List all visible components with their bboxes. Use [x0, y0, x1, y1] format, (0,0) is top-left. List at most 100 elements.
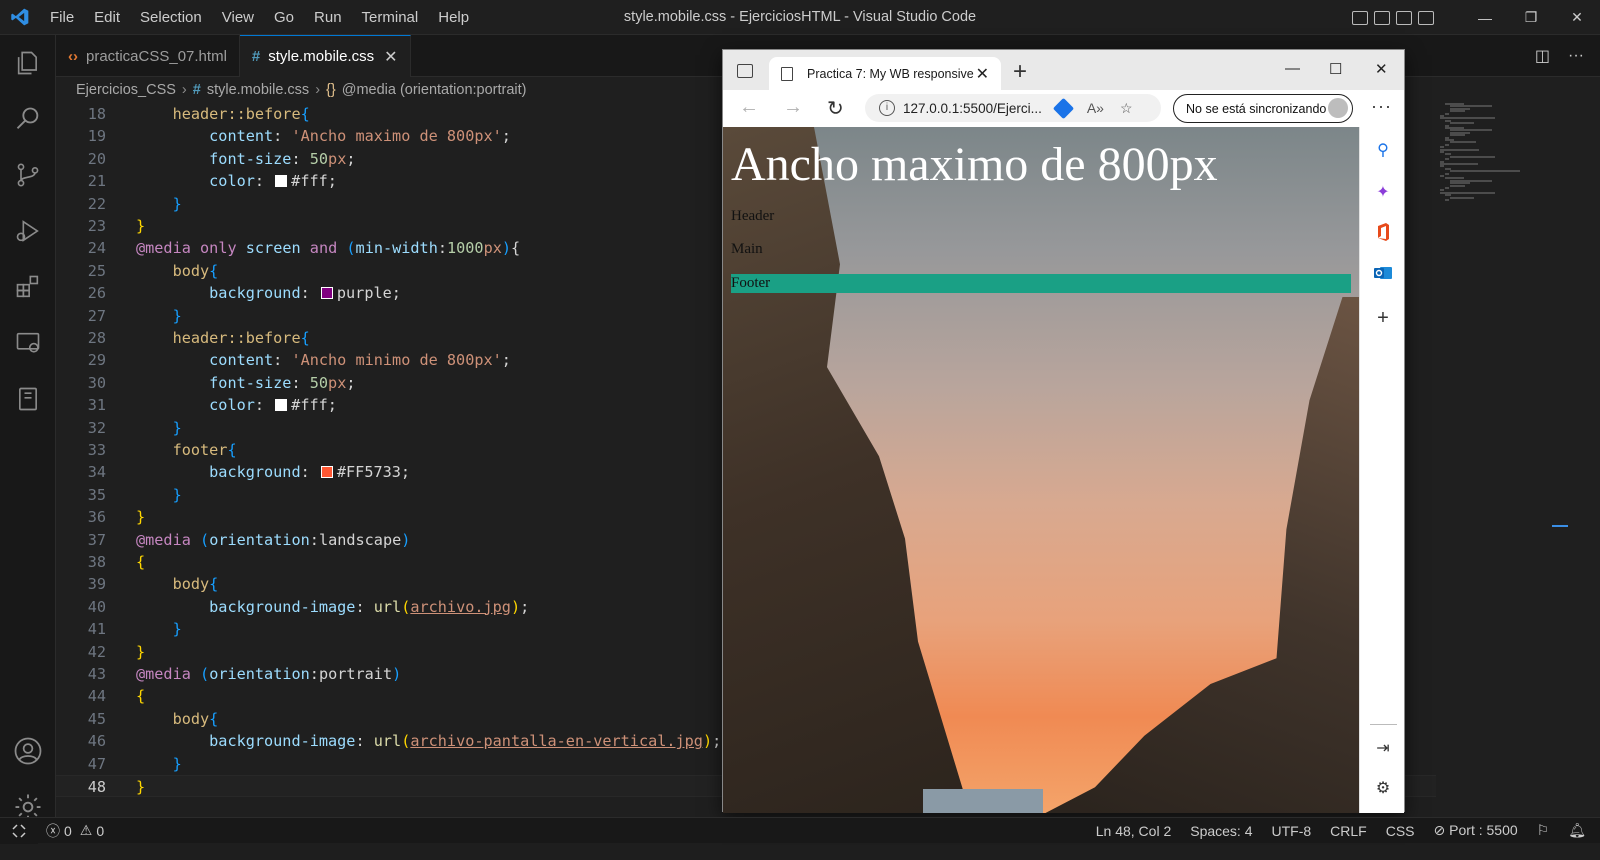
outlook-icon[interactable]: [1374, 264, 1392, 282]
tab-practicacss-07-html[interactable]: ‹› practicaCSS_07.html: [56, 35, 240, 77]
indentation[interactable]: Spaces: 4: [1190, 823, 1252, 839]
line-ending[interactable]: CRLF: [1330, 823, 1367, 839]
copilot-sparkle-icon[interactable]: ✦: [1374, 183, 1392, 201]
menu-go[interactable]: Go: [264, 0, 304, 35]
line-number: 34: [87, 463, 106, 482]
code-text: }: [172, 620, 182, 639]
code-text: }: [172, 418, 182, 437]
cliff-left-image: [723, 127, 970, 813]
code-text: color: #fff;: [209, 172, 337, 191]
encoding[interactable]: UTF-8: [1272, 823, 1312, 839]
search-icon[interactable]: ⚲: [1374, 141, 1392, 159]
close-window-button[interactable]: ✕: [1554, 0, 1600, 35]
minimap-line: [1444, 158, 1449, 161]
code-text: body{: [172, 575, 219, 594]
code-text: }: [172, 485, 182, 504]
remote-indicator-icon[interactable]: [0, 817, 38, 844]
tab-style-mobile-css[interactable]: # style.mobile.css ✕: [239, 35, 411, 77]
tab-actions-icon[interactable]: [737, 64, 753, 78]
problems-indicator[interactable]: ⓧ 0 ⚠ 0: [46, 821, 104, 841]
avatar: [1328, 98, 1348, 118]
toggle-secondary-sidebar-icon[interactable]: [1396, 10, 1412, 25]
breadcrumb-symbol[interactable]: @media (orientation:portrait): [342, 82, 527, 98]
minimap-line: [1449, 196, 1475, 199]
menu-selection[interactable]: Selection: [130, 0, 212, 35]
code-text: background: #FF5733;: [209, 463, 411, 482]
breadcrumb-file[interactable]: style.mobile.css: [207, 82, 309, 98]
info-icon[interactable]: i: [879, 100, 895, 116]
menu-run[interactable]: Run: [304, 0, 352, 35]
read-aloud-icon[interactable]: A»: [1087, 100, 1104, 116]
line-number: 36: [87, 508, 106, 527]
run-debug-icon[interactable]: [0, 203, 56, 259]
toggle-sidebar-icon[interactable]: [1352, 10, 1368, 25]
add-sidebar-app-icon[interactable]: +: [1374, 307, 1392, 329]
new-tab-button[interactable]: +: [1013, 58, 1027, 86]
remote-explorer-icon[interactable]: [0, 315, 56, 371]
shopping-tag-icon[interactable]: [1052, 97, 1074, 119]
address-bar[interactable]: i 127.0.0.1:5500/Ejerci... A» ☆: [865, 94, 1161, 122]
menu-edit[interactable]: Edit: [84, 0, 130, 35]
sync-label: No se está sincronizando: [1186, 101, 1327, 116]
browser-tab[interactable]: Practica 7: My WB responsive ✕: [769, 57, 1001, 90]
extensions-icon[interactable]: [0, 259, 56, 315]
explorer-icon[interactable]: [0, 35, 56, 91]
browser-maximize-button[interactable]: ☐: [1329, 60, 1342, 78]
line-number: 31: [87, 396, 106, 415]
notifications-bell-icon[interactable]: 🔔︎: [1568, 822, 1586, 839]
live-server-port[interactable]: ⊘ Port : 5500: [1434, 822, 1518, 839]
notebook-icon[interactable]: [0, 371, 56, 427]
line-number: 20: [87, 149, 106, 168]
more-menu-icon[interactable]: ···: [1371, 96, 1392, 117]
minimap[interactable]: [1440, 103, 1550, 203]
search-icon[interactable]: [0, 91, 56, 147]
line-number: 41: [87, 620, 106, 639]
hide-sidebar-icon[interactable]: ⇥: [1374, 739, 1392, 757]
browser-minimize-button[interactable]: —: [1285, 60, 1300, 77]
minimap-line: [1440, 163, 1478, 165]
sidebar-settings-gear-icon[interactable]: ⚙: [1374, 779, 1392, 797]
close-tab-icon[interactable]: ✕: [976, 64, 989, 84]
color-swatch[interactable]: [275, 175, 288, 188]
menu-help[interactable]: Help: [428, 0, 479, 35]
color-swatch[interactable]: [320, 287, 333, 300]
favorite-star-icon[interactable]: ☆: [1120, 100, 1133, 117]
code-text: }: [136, 217, 146, 235]
reload-icon[interactable]: ↻: [827, 96, 844, 121]
language-mode[interactable]: CSS: [1386, 823, 1415, 839]
menu-view[interactable]: View: [212, 0, 264, 35]
minimap-line: [1444, 187, 1449, 189]
cursor-position[interactable]: Ln 48, Col 2: [1096, 823, 1172, 839]
minimap-line: [1449, 122, 1475, 125]
source-control-icon[interactable]: [0, 147, 56, 203]
office-icon[interactable]: [1374, 223, 1392, 241]
toggle-panel-icon[interactable]: [1374, 10, 1390, 25]
split-editor-icon[interactable]: ◫: [1535, 46, 1550, 66]
account-icon[interactable]: [0, 723, 56, 779]
page-footer: Footer: [731, 274, 1351, 293]
minimap-line: [1444, 172, 1449, 175]
close-tab-icon[interactable]: ✕: [384, 47, 397, 67]
menu-file[interactable]: File: [40, 0, 84, 35]
status-bar: ⓧ 0 ⚠ 0 Ln 48, Col 2 Spaces: 4 UTF-8 CRL…: [0, 817, 1600, 844]
color-swatch[interactable]: [275, 399, 288, 412]
code-text: font-size: 50px;: [209, 149, 356, 168]
feedback-icon[interactable]: ⚐: [1537, 822, 1550, 839]
menu-terminal[interactable]: Terminal: [352, 0, 429, 35]
breadcrumb-folder[interactable]: Ejercicios_CSS: [76, 82, 176, 98]
minimap-line: [1440, 175, 1444, 177]
customize-layout-icon[interactable]: [1418, 10, 1434, 25]
profile-sync-button[interactable]: No se está sincronizando: [1173, 94, 1353, 123]
code-text: background-image: url(archivo.jpg);: [209, 597, 530, 616]
forward-arrow-icon[interactable]: →: [783, 96, 803, 119]
back-arrow-icon[interactable]: ←: [739, 96, 759, 119]
minimize-button[interactable]: —: [1462, 0, 1508, 35]
code-text: }: [136, 642, 146, 661]
browser-close-button[interactable]: ✕: [1375, 60, 1388, 78]
color-swatch[interactable]: [320, 466, 333, 479]
minimap-line: [1440, 148, 1479, 151]
minimap-line: [1449, 184, 1466, 187]
more-actions-icon[interactable]: ···: [1568, 47, 1584, 65]
restore-button[interactable]: ❐: [1508, 0, 1554, 35]
line-number: 23: [87, 217, 106, 235]
